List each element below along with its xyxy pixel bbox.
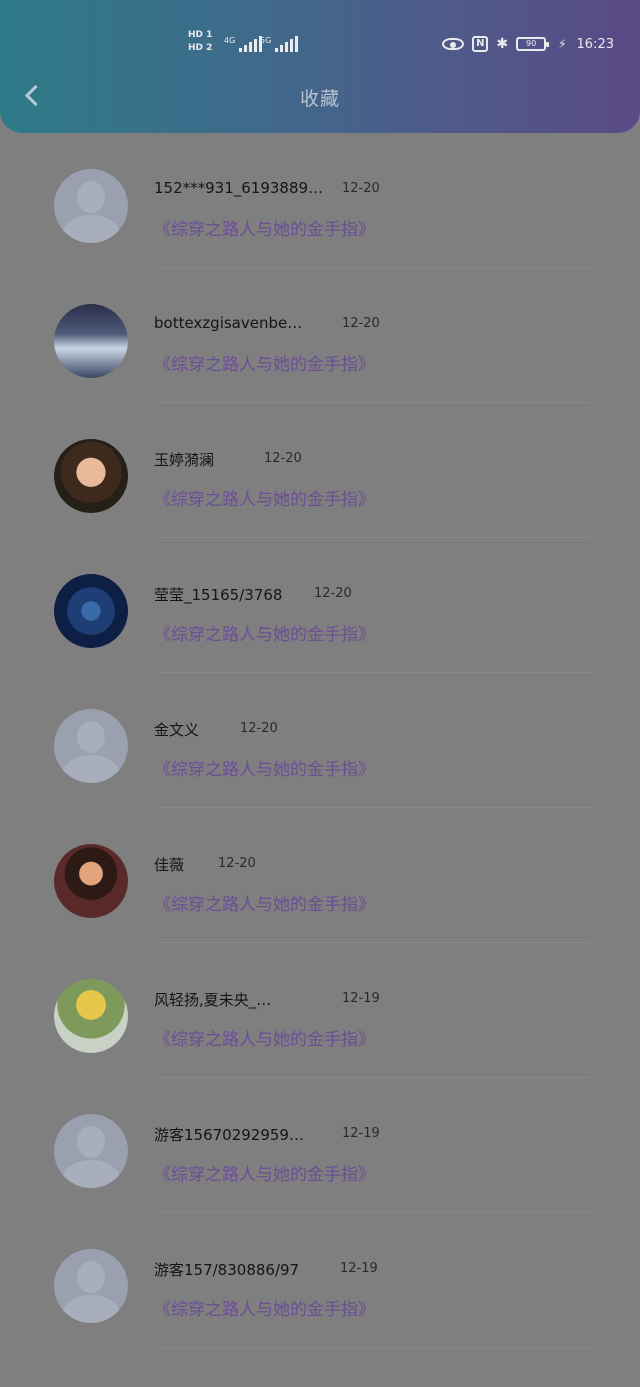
clock: 16:23 [576,36,614,52]
avatar[interactable] [54,439,128,513]
avatar[interactable] [54,574,128,648]
list-item[interactable]: 152***931_6193889… 12-20 《综穿之路人与她的金手指》 [0,133,640,268]
network-5g-label: 5G [260,36,272,45]
date: 12-20 [314,586,352,601]
battery-icon: 90 [516,37,550,51]
bluetooth-icon: ✱ [496,36,509,52]
list-item[interactable]: 玉婷漪澜 12-20 《综穿之路人与她的金手指》 [0,403,640,538]
avatar[interactable] [54,169,128,243]
date: 12-20 [342,181,380,196]
list-item[interactable]: 莹莹_15165/3768 12-20 《综穿之路人与她的金手指》 [0,538,640,673]
book-title[interactable]: 《综穿之路人与她的金手指》 [154,620,375,645]
nickname: 游客157/830886/97 [154,1261,300,1279]
avatar[interactable] [54,709,128,783]
nickname: 152***931_6193889… [154,179,324,197]
nickname: 莹莹_15165/3768 [154,586,283,604]
signal-4g-icon: 4G [224,36,263,52]
book-title[interactable]: 《综穿之路人与她的金手指》 [154,755,375,780]
book-title[interactable]: 《综穿之路人与她的金手指》 [154,485,375,510]
date: 12-19 [340,1261,378,1276]
date: 12-20 [240,721,278,736]
header: HD 1 HD 2 4G 5G N ✱ 90 ⚡ 16:23 收藏 [0,0,640,133]
hd2-indicator: HD 2 [188,43,213,53]
nickname: 玉婷漪澜 [154,451,215,469]
charging-icon: ⚡ [558,37,567,51]
list-item[interactable]: 佳薇 12-20 《综穿之路人与她的金手指》 [0,808,640,943]
book-title[interactable]: 《综穿之路人与她的金手指》 [154,215,375,240]
signal-5g-icon: 5G [260,36,299,52]
date: 12-20 [264,451,302,466]
avatar[interactable] [54,844,128,918]
nickname: bottexzgisavenbe… [154,314,303,332]
network-4g-label: 4G [224,36,236,45]
nickname: 金文义 [154,721,200,739]
status-bar: HD 1 HD 2 4G 5G N ✱ 90 ⚡ 16:23 [0,0,640,90]
date: 12-20 [342,316,380,331]
book-title[interactable]: 《综穿之路人与她的金手指》 [154,1025,375,1050]
favorites-list: 152***931_6193889… 12-20 《综穿之路人与她的金手指》 b… [0,133,640,1348]
list-item[interactable]: bottexzgisavenbe… 12-20 《综穿之路人与她的金手指》 [0,268,640,403]
date: 12-19 [342,991,380,1006]
right-status-icons: N ✱ 90 ⚡ 16:23 [442,36,614,52]
battery-level: 90 [526,39,537,48]
nickname: 游客15670292959… [154,1126,304,1144]
divider [160,1347,590,1348]
list-item[interactable]: 游客15670292959… 12-19 《综穿之路人与她的金手指》 [0,1078,640,1213]
list-item[interactable]: 游客157/830886/97 12-19 《综穿之路人与她的金手指》 [0,1213,640,1348]
eye-icon [442,38,465,50]
avatar[interactable] [54,304,128,378]
book-title[interactable]: 《综穿之路人与她的金手指》 [154,890,375,915]
book-title[interactable]: 《综穿之路人与她的金手指》 [154,350,375,375]
list-item[interactable]: 风轻扬,夏未央_… 12-19 《综穿之路人与她的金手指》 [0,943,640,1078]
avatar[interactable] [54,1114,128,1188]
hd1-indicator: HD 1 [188,30,213,40]
hd-indicators: HD 1 HD 2 [188,30,212,53]
avatar[interactable] [54,1249,128,1323]
nickname: 佳薇 [154,856,185,874]
book-title[interactable]: 《综穿之路人与她的金手指》 [154,1160,375,1185]
nav-bar: 收藏 [0,78,640,116]
list-item[interactable]: 金文义 12-20 《综穿之路人与她的金手指》 [0,673,640,808]
book-title[interactable]: 《综穿之路人与她的金手指》 [154,1295,375,1320]
page-title: 收藏 [299,88,340,110]
date: 12-19 [342,1126,380,1141]
date: 12-20 [218,856,256,871]
avatar[interactable] [54,979,128,1053]
nfc-icon: N [472,36,489,52]
nickname: 风轻扬,夏未央_… [154,991,272,1009]
